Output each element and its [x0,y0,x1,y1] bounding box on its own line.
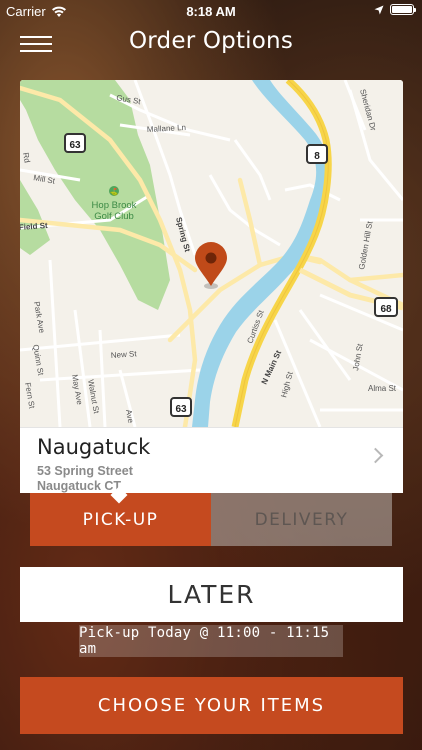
route-63-shield-south: 63 [170,397,192,417]
nav-bar: Order Options [0,22,422,62]
pickup-time-label: Pick-up Today @ 11:00 - 11:15 am [79,625,343,657]
route-8-label: 8 [314,151,320,162]
golf-club-label-2: Golf Club [94,211,134,222]
route-68-label: 68 [380,304,392,315]
route-63-south-label: 63 [175,404,187,415]
location-name: Naugatuck [37,435,151,459]
battery-fill [392,6,412,13]
route-68-shield: 68 [374,297,398,317]
street-label-new: New St [111,349,138,360]
location-arrow-icon [374,5,384,14]
battery-icon [390,4,416,15]
page-title: Order Options [128,28,293,54]
route-63-shield: 63 [64,133,86,153]
location-city: Naugatuck CT [37,479,122,493]
later-button[interactable]: LATER [20,567,403,622]
status-time: 8:18 AM [186,4,236,19]
map-graphic: 63 8 68 63 ⛳ Hop Brook Golf Club Gus St … [20,80,403,427]
location-card: 63 8 68 63 ⛳ Hop Brook Golf Club Gus St … [20,80,403,493]
location-info-row[interactable]: Naugatuck 53 Spring Street Naugatuck CT [20,427,403,493]
street-label-rd: Rd [21,152,32,164]
golf-club-label-1: Hop Brook [92,200,137,211]
choose-items-button[interactable]: CHOOSE YOUR ITEMS [20,677,403,734]
location-street: 53 Spring Street [37,464,133,478]
svg-text:⛳: ⛳ [110,187,119,196]
status-indicators [374,4,416,15]
status-bar: Carrier 8:18 AM [0,0,422,22]
map-view[interactable]: 63 8 68 63 ⛳ Hop Brook Golf Club Gus St … [20,80,403,427]
street-label-alma: Alma St [368,384,397,393]
delivery-button[interactable]: DELIVERY [211,493,392,546]
chevron-right-icon [367,447,384,464]
route-8-shield: 8 [306,144,328,164]
route-63-label: 63 [69,140,81,151]
